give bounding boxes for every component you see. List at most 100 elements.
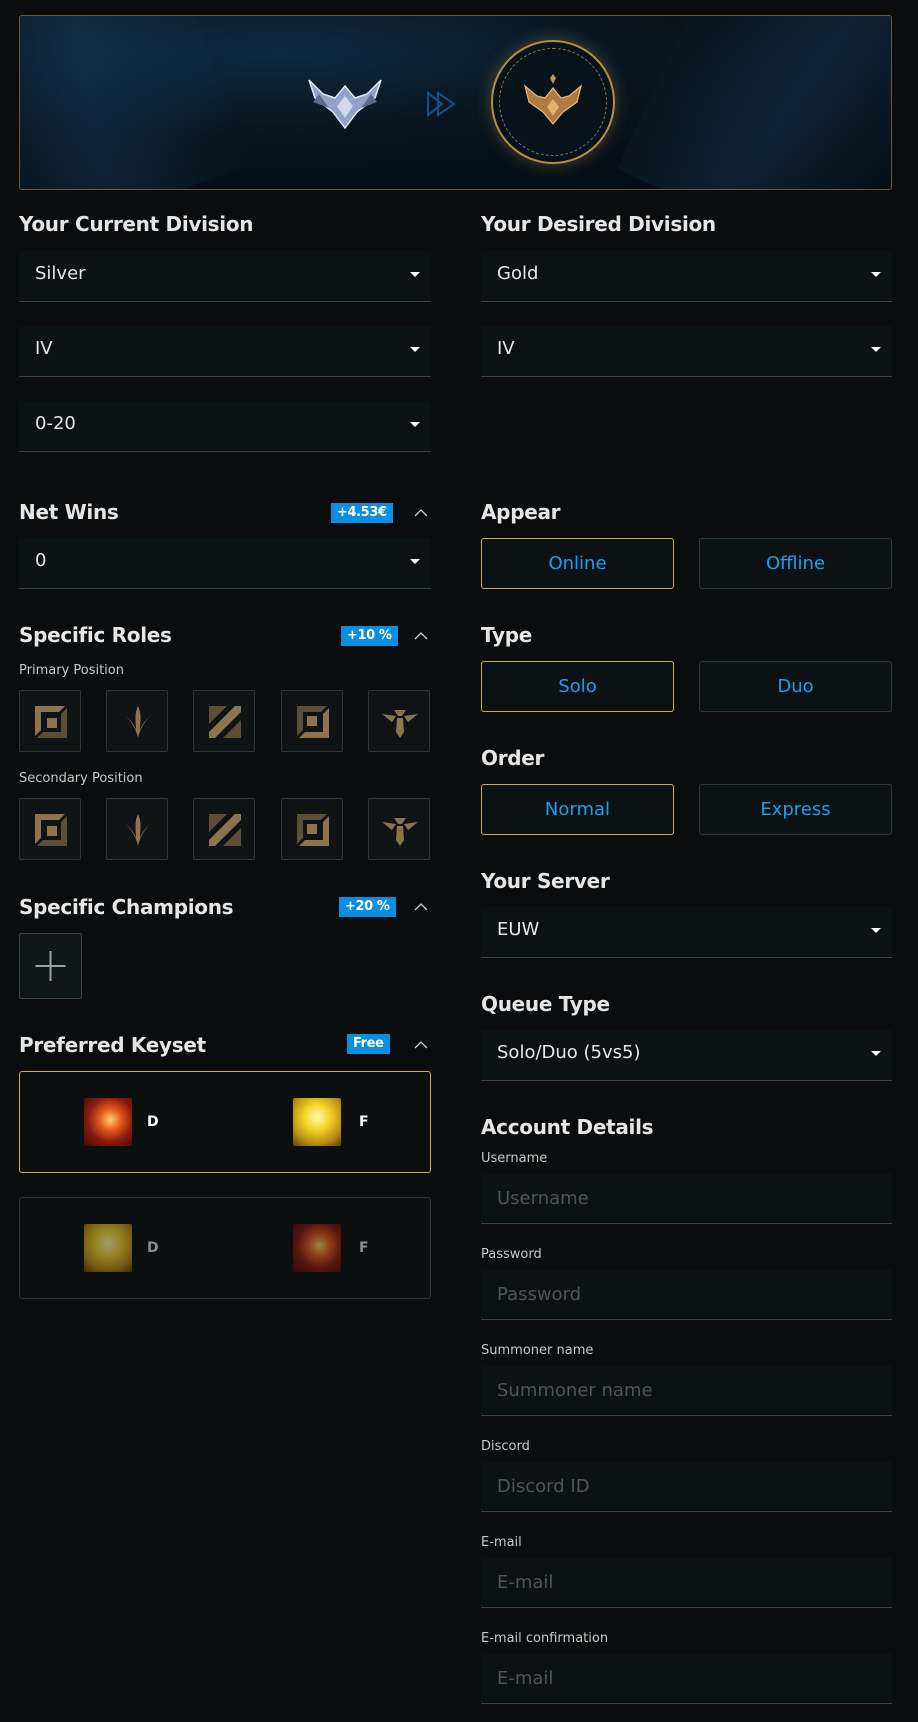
order-normal-button[interactable]: Normal bbox=[481, 784, 674, 835]
chevron-up-icon[interactable] bbox=[414, 629, 428, 643]
keyset-key-f: F bbox=[359, 1240, 369, 1256]
caret-down-icon bbox=[410, 272, 420, 277]
rank-banner bbox=[19, 15, 892, 190]
primary-bot-role[interactable] bbox=[281, 690, 343, 752]
queue-type-value: Solo/Duo (5vs5) bbox=[497, 1042, 641, 1063]
primary-position-label: Primary Position bbox=[19, 663, 124, 678]
server-value: EUW bbox=[497, 919, 540, 940]
email-label: E-mail bbox=[481, 1535, 522, 1550]
desired-division-value: IV bbox=[497, 338, 515, 359]
email-field[interactable] bbox=[481, 1557, 892, 1608]
keyset-key-d: D bbox=[147, 1240, 159, 1256]
type-duo-button[interactable]: Duo bbox=[699, 661, 892, 712]
current-division-select[interactable]: IV bbox=[19, 326, 431, 377]
primary-mid-role[interactable] bbox=[193, 690, 255, 752]
primary-top-role[interactable] bbox=[19, 690, 81, 752]
server-select[interactable]: EUW bbox=[481, 907, 892, 958]
add-champion-button[interactable] bbox=[19, 933, 82, 999]
secondary-mid-role[interactable] bbox=[193, 798, 255, 860]
keyset-key-d: D bbox=[147, 1114, 159, 1130]
email-input[interactable] bbox=[481, 1557, 892, 1607]
preferred-keyset-title: Preferred Keyset bbox=[19, 1033, 206, 1057]
ignite-spell-icon bbox=[293, 1224, 341, 1272]
password-input[interactable] bbox=[481, 1269, 892, 1319]
type-title: Type bbox=[481, 623, 532, 647]
jungle-role-icon bbox=[124, 706, 152, 738]
secondary-top-role[interactable] bbox=[19, 798, 81, 860]
bot-role-icon bbox=[297, 814, 329, 846]
gold-rank-emblem bbox=[491, 40, 615, 164]
net-wins-price-badge: +4.53€ bbox=[331, 503, 393, 523]
caret-down-icon bbox=[410, 422, 420, 427]
top-role-icon bbox=[35, 814, 67, 846]
support-role-icon bbox=[382, 710, 418, 738]
secondary-position-label: Secondary Position bbox=[19, 771, 143, 786]
chevron-up-icon[interactable] bbox=[414, 900, 428, 914]
caret-down-icon bbox=[410, 347, 420, 352]
specific-champions-title: Specific Champions bbox=[19, 895, 234, 919]
net-wins-value: 0 bbox=[35, 550, 47, 571]
current-division-title: Your Current Division bbox=[19, 212, 254, 236]
flash-spell-icon bbox=[84, 1224, 132, 1272]
keyset-option-d-ignite-f-flash[interactable]: D F bbox=[19, 1071, 431, 1173]
discord-label: Discord bbox=[481, 1439, 530, 1454]
net-wins-select[interactable]: 0 bbox=[19, 538, 431, 589]
secondary-jungle-role[interactable] bbox=[106, 798, 168, 860]
caret-down-icon bbox=[410, 559, 420, 564]
flash-spell-icon bbox=[293, 1098, 341, 1146]
account-details-title: Account Details bbox=[481, 1115, 654, 1139]
current-lp-select[interactable]: 0-20 bbox=[19, 401, 431, 452]
arrow-right-icon bbox=[425, 88, 457, 120]
gold-rank-emblem-icon bbox=[523, 74, 583, 125]
secondary-support-role[interactable] bbox=[368, 798, 430, 860]
current-tier-select[interactable]: Silver bbox=[19, 251, 431, 302]
username-label: Username bbox=[481, 1151, 548, 1166]
bot-role-icon bbox=[297, 706, 329, 738]
keyset-free-badge: Free bbox=[347, 1034, 390, 1054]
top-role-icon bbox=[35, 706, 67, 738]
appear-title: Appear bbox=[481, 500, 561, 524]
chevron-up-icon[interactable] bbox=[414, 1038, 428, 1052]
appear-offline-button[interactable]: Offline bbox=[699, 538, 892, 589]
queue-type-select[interactable]: Solo/Duo (5vs5) bbox=[481, 1030, 892, 1081]
net-wins-title: Net Wins bbox=[19, 500, 119, 524]
order-express-button[interactable]: Express bbox=[699, 784, 892, 835]
chevron-up-icon[interactable] bbox=[414, 506, 428, 520]
summoner-name-field[interactable] bbox=[481, 1365, 892, 1416]
silver-rank-emblem-icon bbox=[305, 68, 385, 138]
desired-division-select[interactable]: IV bbox=[481, 326, 892, 377]
desired-division-title: Your Desired Division bbox=[481, 212, 716, 236]
mid-role-icon bbox=[209, 814, 241, 846]
current-tier-value: Silver bbox=[35, 263, 86, 284]
desired-tier-select[interactable]: Gold bbox=[481, 251, 892, 302]
email-confirmation-label: E-mail confirmation bbox=[481, 1631, 609, 1646]
caret-down-icon bbox=[871, 347, 881, 352]
queue-type-title: Queue Type bbox=[481, 992, 610, 1016]
username-input[interactable] bbox=[481, 1173, 892, 1223]
summoner-name-label: Summoner name bbox=[481, 1343, 594, 1358]
keyset-key-f: F bbox=[359, 1114, 369, 1130]
keyset-option-d-flash-f-ignite[interactable]: D F bbox=[19, 1197, 431, 1299]
order-title: Order bbox=[481, 746, 545, 770]
ignite-spell-icon bbox=[84, 1098, 132, 1146]
summoner-name-input[interactable] bbox=[481, 1365, 892, 1415]
caret-down-icon bbox=[871, 928, 881, 933]
specific-roles-title: Specific Roles bbox=[19, 623, 172, 647]
password-label: Password bbox=[481, 1247, 542, 1262]
password-field[interactable] bbox=[481, 1269, 892, 1320]
discord-input[interactable] bbox=[481, 1461, 892, 1511]
email-confirmation-input[interactable] bbox=[481, 1653, 892, 1703]
username-field[interactable] bbox=[481, 1173, 892, 1224]
primary-support-role[interactable] bbox=[368, 690, 430, 752]
appear-online-button[interactable]: Online bbox=[481, 538, 674, 589]
specific-champions-badge: +20 % bbox=[339, 897, 396, 917]
discord-field[interactable] bbox=[481, 1461, 892, 1512]
type-solo-button[interactable]: Solo bbox=[481, 661, 674, 712]
primary-jungle-role[interactable] bbox=[106, 690, 168, 752]
specific-roles-badge: +10 % bbox=[341, 626, 398, 646]
email-confirmation-field[interactable] bbox=[481, 1653, 892, 1704]
secondary-bot-role[interactable] bbox=[281, 798, 343, 860]
server-title: Your Server bbox=[481, 869, 610, 893]
current-division-value: IV bbox=[35, 338, 53, 359]
caret-down-icon bbox=[871, 272, 881, 277]
